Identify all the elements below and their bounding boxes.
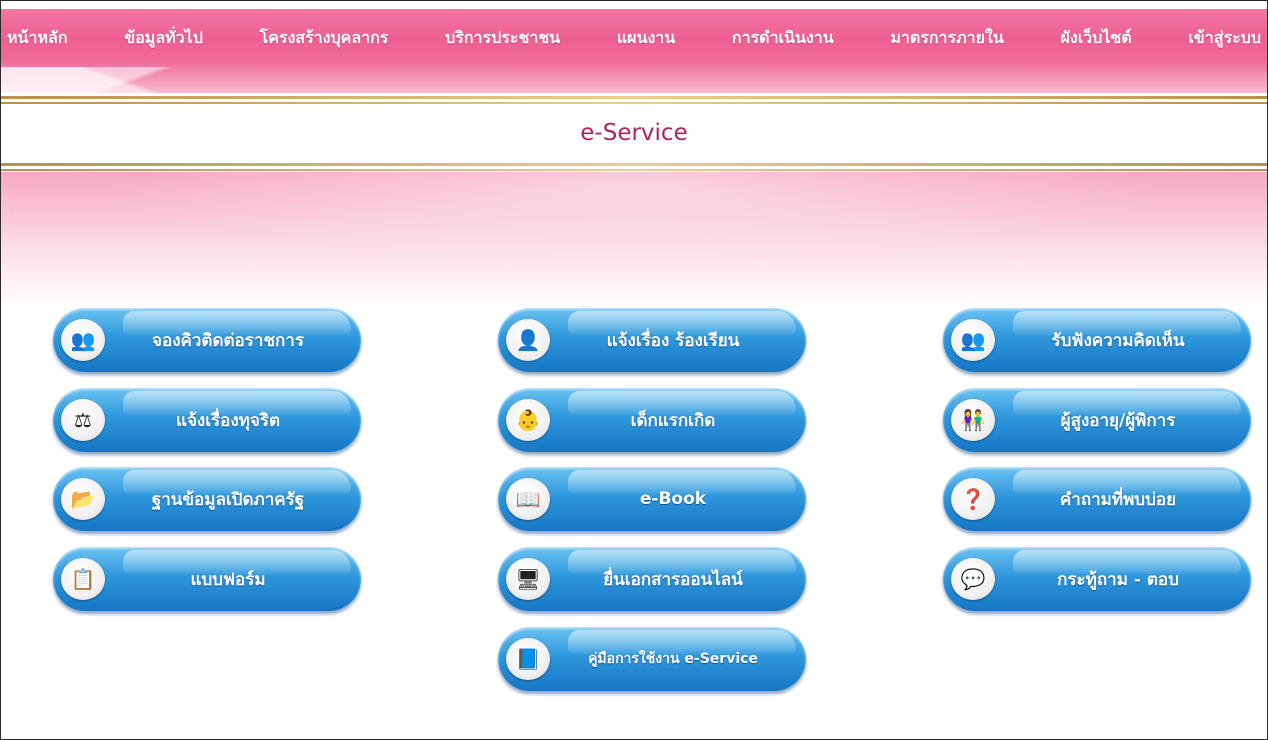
- service-label: ยื่นเอกสารออนไลน์: [603, 569, 743, 590]
- nav-item-general-info[interactable]: ข้อมูลทั่วไป: [124, 26, 203, 51]
- service-button-online-documents[interactable]: 🖥 ยื่นเอกสารออนไลน์: [498, 547, 806, 611]
- service-button-public-opinion[interactable]: 👥 รับฟังความคิดเห็น: [943, 308, 1251, 372]
- service-button-open-data[interactable]: 📂 ฐานข้อมูลเปิดภาครัฐ: [53, 467, 361, 531]
- nav-item-plans[interactable]: แผนงาน: [617, 26, 675, 51]
- service-label: รับฟังความคิดเห็น: [1051, 330, 1185, 351]
- gold-divider: [1, 169, 1267, 171]
- service-label: คู่มือการใช้งาน e-Service: [588, 651, 758, 667]
- nav-item-internal-measures[interactable]: มาตรการภายใน: [890, 26, 1003, 51]
- person-complaint-icon: 👤: [506, 319, 550, 361]
- service-label: แจ้งเรื่อง ร้องเรียน: [606, 330, 740, 351]
- ebook-icon: 📖: [506, 478, 550, 520]
- service-label: แบบฟอร์ม: [190, 569, 266, 590]
- gold-divider: [1, 163, 1267, 166]
- elderly-disabled-icon: 👫: [951, 399, 995, 441]
- manual-book-icon: 📘: [506, 638, 550, 680]
- faq-icon: ❓: [951, 478, 995, 520]
- service-button-newborn[interactable]: 👶 เด็กแรกเกิด: [498, 388, 806, 452]
- service-button-forms[interactable]: 📋 แบบฟอร์ม: [53, 547, 361, 611]
- service-button-user-manual[interactable]: 📘 คู่มือการใช้งาน e-Service: [498, 627, 806, 691]
- computer-document-icon: 🖥: [506, 558, 550, 600]
- meeting-icon: 👥: [951, 319, 995, 361]
- service-label: จองคิวติดต่อราชการ: [152, 330, 304, 351]
- service-button-elderly-disabled[interactable]: 👫 ผู้สูงอายุ/ผู้พิการ: [943, 388, 1251, 452]
- clipboard-form-icon: 📋: [61, 558, 105, 600]
- qa-board-icon: 💬: [951, 558, 995, 600]
- gold-divider: [1, 102, 1267, 104]
- service-button-ebook[interactable]: 📖 e-Book: [498, 467, 806, 531]
- baby-icon: 👶: [506, 399, 550, 441]
- nav-menu: หน้าหลัก ข้อมูลทั่วไป โครงสร้างบุคลากร บ…: [1, 9, 1267, 67]
- service-button-queue-booking[interactable]: 👥 จองคิวติดต่อราชการ: [53, 308, 361, 372]
- service-label: ผู้สูงอายุ/ผู้พิการ: [1060, 410, 1176, 431]
- service-label: ฐานข้อมูลเปิดภาครัฐ: [151, 489, 305, 510]
- nav-item-staff-structure[interactable]: โครงสร้างบุคลากร: [260, 26, 389, 51]
- service-label: แจ้งเรื่องทุจริต: [175, 410, 280, 431]
- open-folder-icon: 📂: [61, 478, 105, 520]
- service-button-qa-board[interactable]: 💬 กระทู้ถาม - ตอบ: [943, 547, 1251, 611]
- service-button-corruption-report[interactable]: ⚖ แจ้งเรื่องทุจริต: [53, 388, 361, 452]
- top-navigation: หน้าหลัก ข้อมูลทั่วไป โครงสร้างบุคลากร บ…: [1, 9, 1267, 93]
- service-label: กระทู้ถาม - ตอบ: [1057, 569, 1179, 590]
- service-button-faq[interactable]: ❓ คำถามที่พบบ่อย: [943, 467, 1251, 531]
- service-button-complaint[interactable]: 👤 แจ้งเรื่อง ร้องเรียน: [498, 308, 806, 372]
- service-label: e-Book: [639, 489, 707, 509]
- nav-item-public-services[interactable]: บริการประชาชน: [445, 26, 560, 51]
- service-label: คำถามที่พบบ่อย: [1059, 489, 1177, 510]
- page-title: e-Service: [580, 120, 688, 146]
- people-queue-icon: 👥: [61, 319, 105, 361]
- gold-divider: [1, 96, 1267, 99]
- service-label: เด็กแรกเกิด: [630, 410, 716, 431]
- title-bar: e-Service: [1, 105, 1267, 161]
- nav-item-sitemap[interactable]: ผังเว็บไซต์: [1061, 26, 1132, 51]
- nav-item-login[interactable]: เข้าสู่ระบบ: [1188, 26, 1261, 51]
- page-frame: หน้าหลัก ข้อมูลทั่วไป โครงสร้างบุคลากร บ…: [0, 0, 1268, 740]
- nav-item-operations[interactable]: การดำเนินงาน: [732, 26, 834, 51]
- decorative-banner: [1, 172, 1267, 312]
- nav-item-home[interactable]: หน้าหลัก: [7, 26, 68, 51]
- scales-icon: ⚖: [61, 399, 105, 441]
